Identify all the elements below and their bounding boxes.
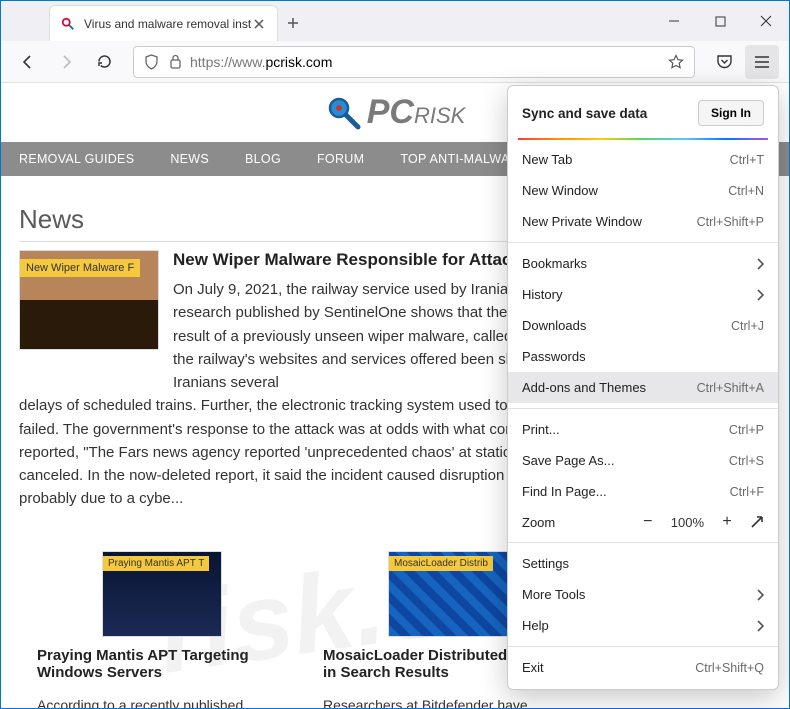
- menu-new-window[interactable]: New WindowCtrl+N: [508, 175, 778, 206]
- menu-sync-header: Sync and save data Sign In: [508, 86, 778, 138]
- forward-button[interactable]: [49, 45, 83, 79]
- card-label: MosaicLoader Distrib: [389, 556, 493, 571]
- app-menu-button[interactable]: [745, 45, 779, 79]
- menu-new-tab[interactable]: New TabCtrl+T: [508, 144, 778, 175]
- reload-button[interactable]: [87, 45, 121, 79]
- maximize-button[interactable]: [697, 1, 743, 41]
- card-thumbnail[interactable]: Praying Mantis APT T: [102, 551, 222, 637]
- menu-passwords[interactable]: Passwords: [508, 341, 778, 372]
- new-tab-button[interactable]: [278, 5, 308, 41]
- browser-tab[interactable]: Virus and malware removal inst: [49, 5, 278, 41]
- card-label: Praying Mantis APT T: [103, 556, 209, 571]
- titlebar: Virus and malware removal inst: [1, 1, 789, 41]
- chevron-right-icon: [756, 289, 764, 301]
- chevron-right-icon: [756, 620, 764, 632]
- window-controls: [651, 1, 789, 41]
- nav-news[interactable]: NEWS: [170, 152, 209, 166]
- menu-history[interactable]: History: [508, 279, 778, 310]
- menu-find-in-page[interactable]: Find In Page...Ctrl+F: [508, 476, 778, 507]
- card-title[interactable]: Praying Mantis APT Targeting Windows Ser…: [37, 647, 287, 687]
- menu-separator: [508, 408, 778, 409]
- zoom-out-button[interactable]: −: [639, 513, 657, 531]
- chevron-right-icon: [756, 258, 764, 270]
- rainbow-divider: [518, 138, 768, 140]
- url-text: https://www.pcrisk.com: [190, 54, 332, 70]
- menu-new-private-window[interactable]: New Private WindowCtrl+Shift+P: [508, 206, 778, 237]
- toolbar: https://www.pcrisk.com: [1, 41, 789, 83]
- menu-separator: [508, 542, 778, 543]
- minimize-button[interactable]: [651, 1, 697, 41]
- favicon-icon: [60, 16, 76, 32]
- news-card: Praying Mantis APT T Praying Mantis APT …: [37, 551, 287, 709]
- logo-text: PCRISK: [367, 93, 466, 132]
- menu-zoom: Zoom − 100% +: [508, 507, 778, 537]
- tab-title: Virus and malware removal inst: [84, 17, 251, 31]
- menu-help[interactable]: Help: [508, 610, 778, 641]
- fullscreen-icon[interactable]: [750, 515, 764, 529]
- zoom-value: 100%: [671, 515, 704, 530]
- menu-more-tools[interactable]: More Tools: [508, 579, 778, 610]
- thumbnail-label: New Wiper Malware F: [20, 259, 140, 277]
- sync-title: Sync and save data: [522, 106, 647, 121]
- pocket-icon[interactable]: [707, 45, 741, 79]
- chevron-right-icon: [756, 589, 764, 601]
- article-thumbnail[interactable]: New Wiper Malware F: [19, 250, 159, 350]
- logo-icon: [325, 94, 363, 132]
- menu-addons-themes[interactable]: Add-ons and ThemesCtrl+Shift+A: [508, 372, 778, 403]
- menu-separator: [508, 646, 778, 647]
- tab-close-icon[interactable]: [251, 16, 267, 32]
- card-thumbnail[interactable]: MosaicLoader Distrib: [388, 551, 508, 637]
- menu-downloads[interactable]: DownloadsCtrl+J: [508, 310, 778, 341]
- menu-print[interactable]: Print...Ctrl+P: [508, 414, 778, 445]
- sign-in-button[interactable]: Sign In: [698, 100, 764, 126]
- menu-bookmarks[interactable]: Bookmarks: [508, 248, 778, 279]
- url-bar[interactable]: https://www.pcrisk.com: [133, 46, 695, 78]
- shield-icon[interactable]: [142, 53, 160, 71]
- card-body: According to a recently published: [37, 695, 287, 709]
- back-button[interactable]: [11, 45, 45, 79]
- bookmark-star-icon[interactable]: [666, 52, 686, 72]
- close-button[interactable]: [743, 1, 789, 41]
- menu-exit[interactable]: ExitCtrl+Shift+Q: [508, 652, 778, 683]
- lock-icon[interactable]: [166, 53, 184, 71]
- menu-separator: [508, 242, 778, 243]
- menu-save-page[interactable]: Save Page As...Ctrl+S: [508, 445, 778, 476]
- zoom-in-button[interactable]: +: [718, 513, 736, 531]
- nav-removal-guides[interactable]: REMOVAL GUIDES: [19, 152, 134, 166]
- app-menu: Sync and save data Sign In New TabCtrl+T…: [507, 85, 779, 690]
- nav-blog[interactable]: BLOG: [245, 152, 281, 166]
- nav-forum[interactable]: FORUM: [317, 152, 364, 166]
- menu-settings[interactable]: Settings: [508, 548, 778, 579]
- card-body: Researchers at Bitdefender have: [323, 695, 573, 709]
